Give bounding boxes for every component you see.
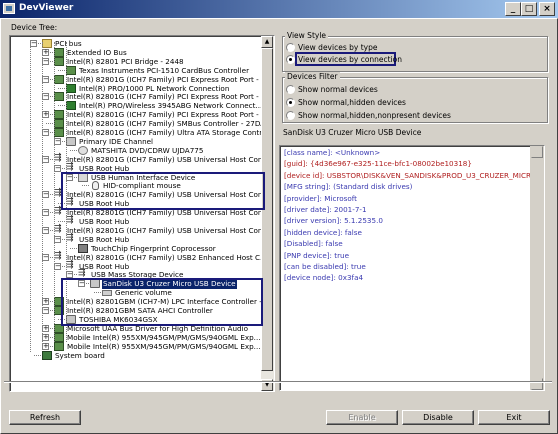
tree-connector <box>46 123 53 125</box>
view-style-option-label[interactable]: View devices by type <box>298 43 377 52</box>
card-icon <box>54 74 64 84</box>
property-line: [driver version]: 5.1.2535.0 <box>284 216 383 226</box>
device-tree[interactable]: − PCI bus + Extended IO Bus − Intel(R) 82801 … <box>9 35 275 392</box>
scroll-up-button[interactable]: ▲ <box>261 36 273 48</box>
filter-option-label[interactable]: Show normal,hidden devices <box>298 98 406 107</box>
device-tree-label: Device Tree: <box>11 23 58 32</box>
tree-connector <box>58 69 65 71</box>
expand-icon[interactable]: + <box>42 48 49 56</box>
usb-icon <box>66 234 76 244</box>
title-bar: DevViewer _ □ × <box>0 0 558 18</box>
refresh-button-label: Refresh <box>29 413 61 422</box>
card-icon <box>54 110 64 120</box>
props-scroll-up-button[interactable] <box>531 146 543 158</box>
property-line: [PNP device]: true <box>284 250 350 260</box>
card-icon <box>54 56 64 66</box>
tree-connector <box>70 149 77 151</box>
property-line: [driver date]: 2001-7-1 <box>284 205 367 214</box>
drive-icon <box>66 136 76 146</box>
filter-option-radio[interactable] <box>286 85 295 94</box>
property-line: [provider]: Microsoft <box>284 193 357 203</box>
enable-button-label: Enable <box>348 413 376 422</box>
refresh-button[interactable]: Refresh <box>9 410 81 425</box>
minimize-button[interactable]: _ <box>505 2 521 16</box>
tree-connector <box>34 354 41 356</box>
tree-connector <box>58 221 65 222</box>
collapse-icon[interactable]: − <box>54 235 61 243</box>
tree-connector <box>58 105 65 107</box>
usb-icon <box>54 225 64 235</box>
collapse-icon[interactable]: − <box>42 129 49 136</box>
view-style-option-label[interactable]: View devices by connection <box>298 55 402 64</box>
close-button[interactable]: × <box>539 2 555 16</box>
collapse-icon[interactable]: − <box>42 209 49 217</box>
property-line: [guid]: {4d36e967-e325-11ce-bfc1-08002be… <box>284 159 472 169</box>
filter-option-label[interactable]: Show normal devices <box>298 85 378 94</box>
properties-scrollbar[interactable] <box>530 146 544 390</box>
usb-icon <box>66 261 76 271</box>
card-icon <box>54 332 64 342</box>
collapse-icon[interactable]: − <box>42 253 49 261</box>
app-icon <box>3 3 15 14</box>
collapse-icon[interactable]: − <box>54 164 61 172</box>
enable-button[interactable]: Enable <box>326 410 398 425</box>
tree-connector <box>58 87 65 89</box>
collapse-icon[interactable]: − <box>42 155 49 163</box>
props-scroll-down-button[interactable] <box>531 378 543 390</box>
property-line: [hidden device]: false <box>284 227 362 237</box>
tree-connector <box>70 247 77 249</box>
collapse-icon[interactable]: − <box>54 137 61 145</box>
devices-filter-title: Devices Filter <box>285 72 340 81</box>
collapse-icon[interactable]: − <box>42 226 49 234</box>
usb-icon <box>54 154 64 164</box>
tree-guide-line <box>42 42 43 342</box>
collapse-icon[interactable]: − <box>42 57 49 65</box>
property-line: [device node]: 0x3fa4 <box>284 273 364 283</box>
property-line: [MFG string]: (Standard disk drives) <box>284 182 413 192</box>
selected-device-name: SanDisk U3 Cruzer Micro USB Device <box>283 128 422 137</box>
collapse-icon[interactable]: − <box>42 93 49 101</box>
card-icon <box>54 119 64 129</box>
tree-guide-line <box>54 42 55 342</box>
expand-icon[interactable]: + <box>42 342 49 350</box>
highlight-usb-storage-branch <box>61 278 263 326</box>
card-icon <box>54 128 64 137</box>
board-icon <box>42 350 52 360</box>
filter-option-radio[interactable] <box>286 111 295 120</box>
collapse-icon[interactable]: − <box>30 40 37 47</box>
collapse-icon[interactable]: − <box>42 307 49 314</box>
collapse-icon[interactable]: − <box>42 75 49 83</box>
view-style-title: View Style <box>285 31 329 40</box>
tree-scrollbar[interactable]: ▲ ▼ <box>261 36 274 391</box>
card-icon <box>54 92 64 102</box>
properties-list[interactable]: [class name]: <Unknown> [guid]: {4d36e967… <box>279 145 545 391</box>
disable-button-label: Disable <box>423 413 453 422</box>
filter-option-radio[interactable] <box>286 98 295 107</box>
tree-item-label: System board <box>55 350 105 360</box>
tree-guide-line <box>30 42 31 352</box>
folder-icon <box>42 39 52 48</box>
collapse-icon[interactable]: − <box>42 191 49 199</box>
property-line: [device id]: USBSTOR\DISK&VEN_SANDISK&PR… <box>284 170 545 180</box>
expand-icon[interactable]: + <box>42 298 49 306</box>
expand-icon[interactable]: + <box>42 111 49 119</box>
collapse-icon[interactable]: − <box>54 262 61 270</box>
filter-option-label[interactable]: Show normal,hidden,nonpresent devices <box>298 111 451 120</box>
expand-icon[interactable]: + <box>42 333 49 341</box>
disable-button[interactable]: Disable <box>402 410 474 425</box>
usb-icon <box>54 252 64 262</box>
card-icon <box>54 47 64 57</box>
property-line: [can be disabled]: true <box>284 262 366 271</box>
maximize-button[interactable]: □ <box>521 2 537 16</box>
property-line: [class name]: <Unknown> <box>284 148 381 157</box>
view-style-option-radio[interactable] <box>286 55 295 64</box>
bottom-separator <box>4 381 552 383</box>
expand-icon[interactable]: + <box>42 324 49 332</box>
exit-button-label: Exit <box>506 413 522 422</box>
property-line: [Disabled]: false <box>284 239 343 249</box>
view-style-option-radio[interactable] <box>286 43 295 52</box>
exit-button[interactable]: Exit <box>478 410 550 425</box>
highlight-mouse-branch <box>61 172 265 210</box>
window-title: DevViewer <box>19 3 74 13</box>
